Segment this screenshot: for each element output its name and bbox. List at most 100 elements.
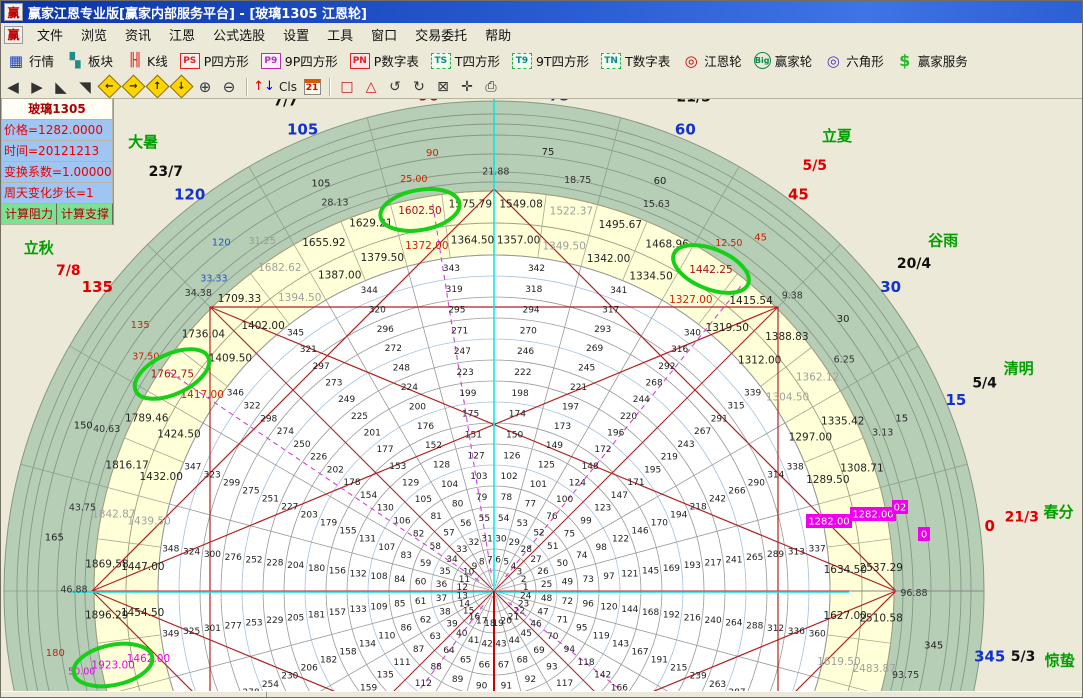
spiral-number: 126 <box>503 451 520 461</box>
spiral-number: 153 <box>389 462 406 472</box>
spiral-number: 337 <box>809 545 826 555</box>
calc-support-button[interactable]: 计算支撑 <box>57 203 113 225</box>
rect-tool-button[interactable]: □ <box>336 77 358 97</box>
spiral-number: 77 <box>525 499 536 509</box>
spiral-number: 246 <box>517 347 534 357</box>
triangle-tool-button[interactable]: △ <box>360 77 382 97</box>
back-button[interactable]: ◀ <box>2 77 24 97</box>
rotate-left-button[interactable]: ◣ <box>50 77 72 97</box>
price-outer-value: 1335.42 <box>821 416 864 428</box>
conversion-factor-field[interactable]: 变换系数=1.00000 <box>1 161 113 182</box>
toolbar-button-9T四方形[interactable]: T99T四方形 <box>506 49 595 72</box>
toolbar-button-行情[interactable]: ▦行情 <box>1 49 60 72</box>
title-bar[interactable]: 赢 赢家江恩专业版[赢家内部服务平台] - [玻璃1305 江恩轮] <box>1 1 1082 23</box>
toolbar-button-K线[interactable]: ╟╢K线 <box>119 49 174 72</box>
outer-degree-label: 45 <box>788 186 809 204</box>
rotate-cw-button[interactable]: ↻ <box>408 77 430 97</box>
spiral-number: 293 <box>594 325 611 335</box>
price-field[interactable]: 价格=1282.0000 <box>1 119 113 140</box>
rotate-ccw-button[interactable]: ↺ <box>384 77 406 97</box>
zoom-in-button[interactable]: ⊕ <box>194 77 216 97</box>
spiral-number: 146 <box>631 527 648 537</box>
spiral-number: 348 <box>162 545 179 555</box>
step-down-button[interactable]: ↓ <box>170 77 192 97</box>
gann-wheel-canvas[interactable]: 1234567891011121314151617181920212223242… <box>1 1 1083 698</box>
solar-term-label: 春分 <box>1043 503 1073 521</box>
toolbar-button-板块[interactable]: ▚板块 <box>60 49 119 72</box>
spiral-number: 225 <box>351 412 368 422</box>
toolbar-button-T数字表[interactable]: TNT数字表 <box>595 49 676 72</box>
cls-button[interactable]: Cls <box>277 77 299 97</box>
spiral-number: 44 <box>509 636 521 646</box>
menu-item-8[interactable]: 交易委托 <box>406 23 476 46</box>
calendar-button[interactable]: 21 <box>301 77 323 97</box>
spiral-number: 297 <box>313 362 330 372</box>
toolbar-button-P数字表[interactable]: PNP数字表 <box>344 49 425 72</box>
spiral-number: 338 <box>787 462 804 472</box>
spiral-number: 313 <box>788 547 805 557</box>
price-outer-value: 1869.58 <box>85 559 128 571</box>
menu-item-2[interactable]: 资讯 <box>116 23 160 46</box>
zoom-out-button[interactable]: ⊖ <box>218 77 240 97</box>
spiral-number: 104 <box>441 480 458 490</box>
updown-button[interactable]: ↑↓ <box>253 77 275 97</box>
outer-degree-label: 135 <box>82 278 113 296</box>
center-tool-button[interactable]: ✛ <box>456 77 478 97</box>
price-outer-value: 1709.33 <box>218 293 261 305</box>
toolbar-button-label: P四方形 <box>204 51 249 70</box>
spiral-number: 316 <box>671 345 688 355</box>
spiral-number: 84 <box>394 575 406 585</box>
gann-wheel-svg[interactable]: 1234567891011121314151617181920212223242… <box>1 1 1083 698</box>
menu-bar: 赢 文件浏览资讯江恩公式选股设置工具窗口交易委托帮助 <box>1 23 1082 47</box>
toolbar-button-赢家服务[interactable]: $赢家服务 <box>890 49 974 72</box>
toolbar-button-江恩轮[interactable]: ◎江恩轮 <box>676 49 748 72</box>
menu-item-4[interactable]: 公式选股 <box>204 23 274 46</box>
spiral-number: 119 <box>593 632 610 642</box>
spiral-number: 263 <box>709 680 726 690</box>
delete-box-button[interactable]: ⊠ <box>432 77 454 97</box>
rotate-right-button[interactable]: ◥ <box>74 77 96 97</box>
spiral-number: 172 <box>594 445 611 455</box>
spiral-number: 129 <box>402 478 419 488</box>
calc-resistance-button[interactable]: 计算阻力 <box>1 203 57 225</box>
display-button[interactable]: ⎙ <box>480 77 502 97</box>
spiral-number: 224 <box>401 383 418 393</box>
toolbar-button-六角形[interactable]: ◎六角形 <box>818 49 890 72</box>
outer-degree-label: 105 <box>287 120 318 138</box>
menu-item-6[interactable]: 工具 <box>318 23 362 46</box>
price-outer-value: 1682.62 <box>258 262 301 274</box>
spiral-number: 336 <box>788 627 805 637</box>
spiral-number: 171 <box>627 478 644 488</box>
spiral-number: 121 <box>621 569 638 579</box>
spiral-number: 41 <box>468 636 479 646</box>
toolbar-button-赢家轮[interactable]: Big赢家轮 <box>748 49 819 72</box>
target-icon: ◎ <box>682 53 700 69</box>
spiral-number: 33 <box>456 545 467 555</box>
outer-degree-label: 120 <box>174 186 205 204</box>
spiral-number: 204 <box>287 561 304 571</box>
spiral-number: 157 <box>329 608 346 618</box>
step-up-button[interactable]: ↑ <box>146 77 168 97</box>
date-field[interactable]: 时间=20121213 <box>1 140 113 161</box>
tn-icon: TN <box>601 53 621 69</box>
spiral-number: 35 <box>439 567 450 577</box>
menu-item-1[interactable]: 浏览 <box>72 23 116 46</box>
menu-item-0[interactable]: 文件 <box>28 23 72 46</box>
solar-term-label: 清明 <box>1004 360 1034 378</box>
percent-value: 46.88 <box>60 584 87 595</box>
step-length-field[interactable]: 周天变化步长=1 <box>1 182 113 203</box>
spiral-number: 56 <box>460 519 472 529</box>
menu-item-7[interactable]: 窗口 <box>362 23 406 46</box>
menu-item-5[interactable]: 设置 <box>274 23 318 46</box>
toolbar-button-T四方形[interactable]: TST四方形 <box>425 49 506 72</box>
spiral-number: 218 <box>690 503 707 513</box>
toolbar-button-9P四方形[interactable]: P99P四方形 <box>255 49 344 72</box>
spiral-number: 42 <box>481 640 492 650</box>
step-left-button[interactable]: ← <box>98 77 120 97</box>
menu-item-9[interactable]: 帮助 <box>476 23 520 46</box>
menu-item-3[interactable]: 江恩 <box>160 23 204 46</box>
price-inner-value: 1379.50 <box>361 252 404 264</box>
forward-button[interactable]: ▶ <box>26 77 48 97</box>
toolbar-button-P四方形[interactable]: PSP四方形 <box>174 49 255 72</box>
step-right-button[interactable]: → <box>122 77 144 97</box>
